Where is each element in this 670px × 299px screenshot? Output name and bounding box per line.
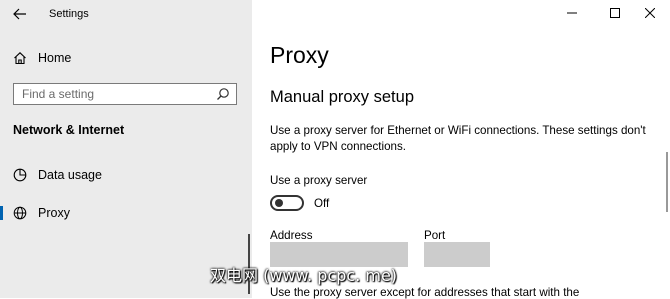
search-input[interactable] [14, 84, 212, 104]
maximize-icon [610, 8, 620, 18]
window-title: Settings [49, 8, 89, 20]
section-subtitle: Manual proxy setup [270, 88, 414, 106]
data-usage-icon [13, 168, 27, 182]
back-arrow-icon [13, 8, 26, 20]
close-button[interactable] [630, 0, 670, 26]
maximize-button[interactable] [595, 0, 635, 26]
main-content: Proxy Manual proxy setup Use a proxy ser… [252, 0, 670, 299]
use-proxy-label: Use a proxy server [270, 174, 368, 187]
watermark: 双电网 (www. pcpc. me) [210, 266, 398, 285]
address-label: Address [270, 229, 313, 242]
use-proxy-toggle[interactable] [270, 195, 304, 211]
home-icon [13, 51, 27, 65]
home-label: Home [38, 51, 72, 65]
sidebar-item-data-usage[interactable]: Data usage [0, 161, 252, 189]
minimize-button[interactable] [552, 0, 592, 26]
toggle-knob [275, 199, 283, 207]
sidebar-item-label: Data usage [38, 168, 102, 182]
section-title: Network & Internet [13, 123, 125, 137]
minimize-icon [567, 12, 577, 14]
search-icon[interactable] [216, 87, 230, 101]
sidebar-item-label: Proxy [38, 206, 70, 220]
toggle-state-label: Off [314, 197, 330, 210]
sidebar: Settings Home Network & Internet Data us… [0, 0, 252, 298]
sidebar-item-home[interactable]: Home [0, 44, 252, 72]
port-field[interactable] [424, 242, 490, 267]
page-title: Proxy [270, 42, 329, 68]
port-label: Port [424, 229, 446, 242]
exceptions-description: Use the proxy server except for addresse… [270, 286, 580, 299]
proxy-description: Use a proxy server for Ethernet or WiFi … [270, 124, 646, 153]
back-button[interactable] [6, 2, 34, 26]
globe-icon [13, 206, 27, 220]
search-box[interactable] [13, 83, 237, 105]
sidebar-item-proxy[interactable]: Proxy [0, 199, 252, 227]
main-scrollbar[interactable] [666, 152, 668, 212]
close-icon [645, 8, 655, 18]
